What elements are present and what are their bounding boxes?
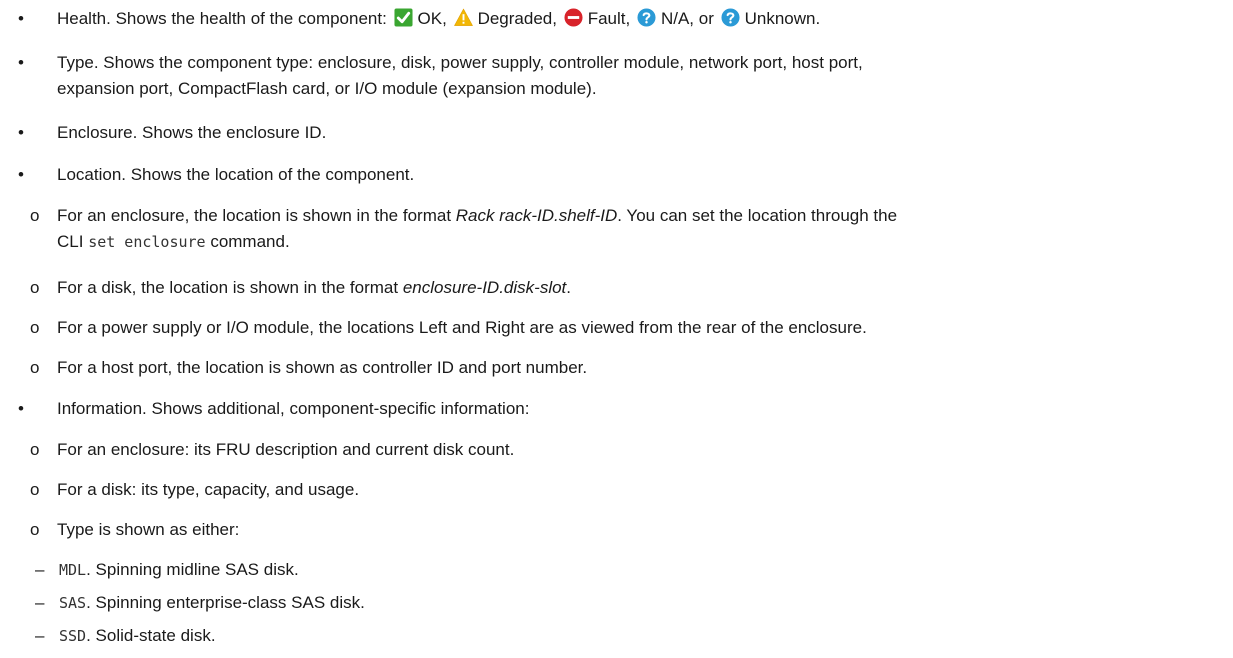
list-item-health: • Health. Shows the health of the compon… bbox=[0, 6, 1233, 32]
location-sub-disk: o For a disk, the location is shown in t… bbox=[0, 275, 1233, 301]
health-line: Health. Shows the health of the componen… bbox=[57, 6, 1233, 32]
information-sub-enclosure: o For an enclosure: its FRU description … bbox=[0, 437, 1233, 463]
list-item-enclosure: • Enclosure. Shows the enclosure ID. bbox=[0, 120, 1233, 146]
circle-bullet: o bbox=[30, 480, 40, 499]
dash-bullet: – bbox=[35, 593, 45, 612]
disk-type-sas: – SAS. Spinning enterprise-class SAS dis… bbox=[0, 590, 1233, 616]
health-ok-label: OK, bbox=[417, 9, 447, 28]
location-enclosure-line-1: For an enclosure, the location is shown … bbox=[57, 203, 1233, 229]
disk-type-desc: . Spinning enterprise-class SAS disk. bbox=[86, 593, 365, 612]
list-item-information: • Information. Shows additional, compone… bbox=[0, 396, 1233, 422]
health-fault-label: Fault, bbox=[587, 9, 631, 28]
health-unknown-label: Unknown. bbox=[744, 9, 821, 28]
cli-command: set enclosure bbox=[88, 233, 206, 251]
text: . You can set the location through the bbox=[617, 206, 898, 225]
disk-type-code: SSD bbox=[59, 627, 87, 645]
list-item-type: • Type. Shows the component type: enclos… bbox=[0, 50, 1233, 102]
circle-bullet: o bbox=[30, 318, 40, 337]
bullet: • bbox=[18, 9, 24, 28]
information-enclosure-line: For an enclosure: its FRU description an… bbox=[57, 440, 515, 459]
enclosure-text: Enclosure. Shows the enclosure ID. bbox=[57, 123, 327, 142]
location-text: Location. Shows the location of the comp… bbox=[57, 165, 415, 184]
bullet: • bbox=[18, 399, 24, 418]
bullet: • bbox=[18, 165, 24, 184]
dash-bullet: – bbox=[35, 626, 45, 645]
fault-icon bbox=[564, 8, 583, 27]
disk-type-desc: . Solid-state disk. bbox=[86, 626, 216, 645]
list-item-location: • Location. Shows the location of the co… bbox=[0, 162, 1233, 188]
document-page: • Health. Shows the health of the compon… bbox=[0, 0, 1233, 658]
circle-bullet: o bbox=[30, 520, 40, 539]
text: For a disk, the location is shown in the… bbox=[57, 278, 403, 297]
information-text: Information. Shows additional, component… bbox=[57, 399, 530, 418]
disk-format: enclosure-ID.disk-slot bbox=[402, 278, 567, 297]
health-na-label: N/A, or bbox=[660, 9, 714, 28]
type-line-2: expansion port, CompactFlash card, or I/… bbox=[57, 79, 597, 98]
location-enclosure-line-2: CLI set enclosure command. bbox=[57, 229, 1233, 255]
location-sub-enclosure: o For an enclosure, the location is show… bbox=[0, 203, 1233, 255]
disk-type-line: SSD. Solid-state disk. bbox=[59, 623, 1233, 649]
disk-type-desc: . Spinning midline SAS disk. bbox=[86, 560, 299, 579]
location-sub-power: o For a power supply or I/O module, the … bbox=[0, 315, 1233, 341]
ok-check-icon bbox=[394, 8, 413, 27]
circle-bullet: o bbox=[30, 206, 40, 225]
location-host-line: For a host port, the location is shown a… bbox=[57, 358, 588, 377]
disk-type-mdl: – MDL. Spinning midline SAS disk. bbox=[0, 557, 1233, 583]
circle-bullet: o bbox=[30, 358, 40, 377]
text: command. bbox=[205, 232, 290, 251]
information-sub-disk: o For a disk: its type, capacity, and us… bbox=[0, 477, 1233, 503]
text: . bbox=[566, 278, 572, 297]
health-prefix: Health. Shows the health of the componen… bbox=[57, 9, 392, 28]
information-type-intro: Type is shown as either: bbox=[57, 520, 240, 539]
disk-type-ssd: – SSD. Solid-state disk. bbox=[0, 623, 1233, 649]
type-line-1: Type. Shows the component type: enclosur… bbox=[57, 53, 863, 72]
circle-bullet: o bbox=[30, 440, 40, 459]
disk-type-code: SAS bbox=[59, 594, 87, 612]
disk-type-code: MDL bbox=[59, 561, 87, 579]
degraded-warning-icon bbox=[453, 8, 473, 26]
information-disk-line: For a disk: its type, capacity, and usag… bbox=[57, 480, 360, 499]
disk-type-line: SAS. Spinning enterprise-class SAS disk. bbox=[59, 590, 1233, 616]
rack-format: Rack rack-ID.shelf-ID bbox=[455, 206, 618, 225]
text: CLI bbox=[57, 232, 89, 251]
location-power-line: For a power supply or I/O module, the lo… bbox=[57, 318, 867, 337]
bullet: • bbox=[18, 123, 24, 142]
information-sub-type: o Type is shown as either: bbox=[0, 517, 1233, 543]
unknown-question-icon bbox=[721, 8, 740, 27]
bullet: • bbox=[18, 53, 24, 72]
text: For an enclosure, the location is shown … bbox=[57, 206, 456, 225]
na-question-icon bbox=[637, 8, 656, 27]
dash-bullet: – bbox=[35, 560, 45, 579]
circle-bullet: o bbox=[30, 278, 40, 297]
location-sub-host: o For a host port, the location is shown… bbox=[0, 355, 1233, 381]
disk-type-line: MDL. Spinning midline SAS disk. bbox=[59, 557, 1233, 583]
location-disk-line: For a disk, the location is shown in the… bbox=[57, 275, 1233, 301]
health-degraded-label: Degraded, bbox=[477, 9, 557, 28]
